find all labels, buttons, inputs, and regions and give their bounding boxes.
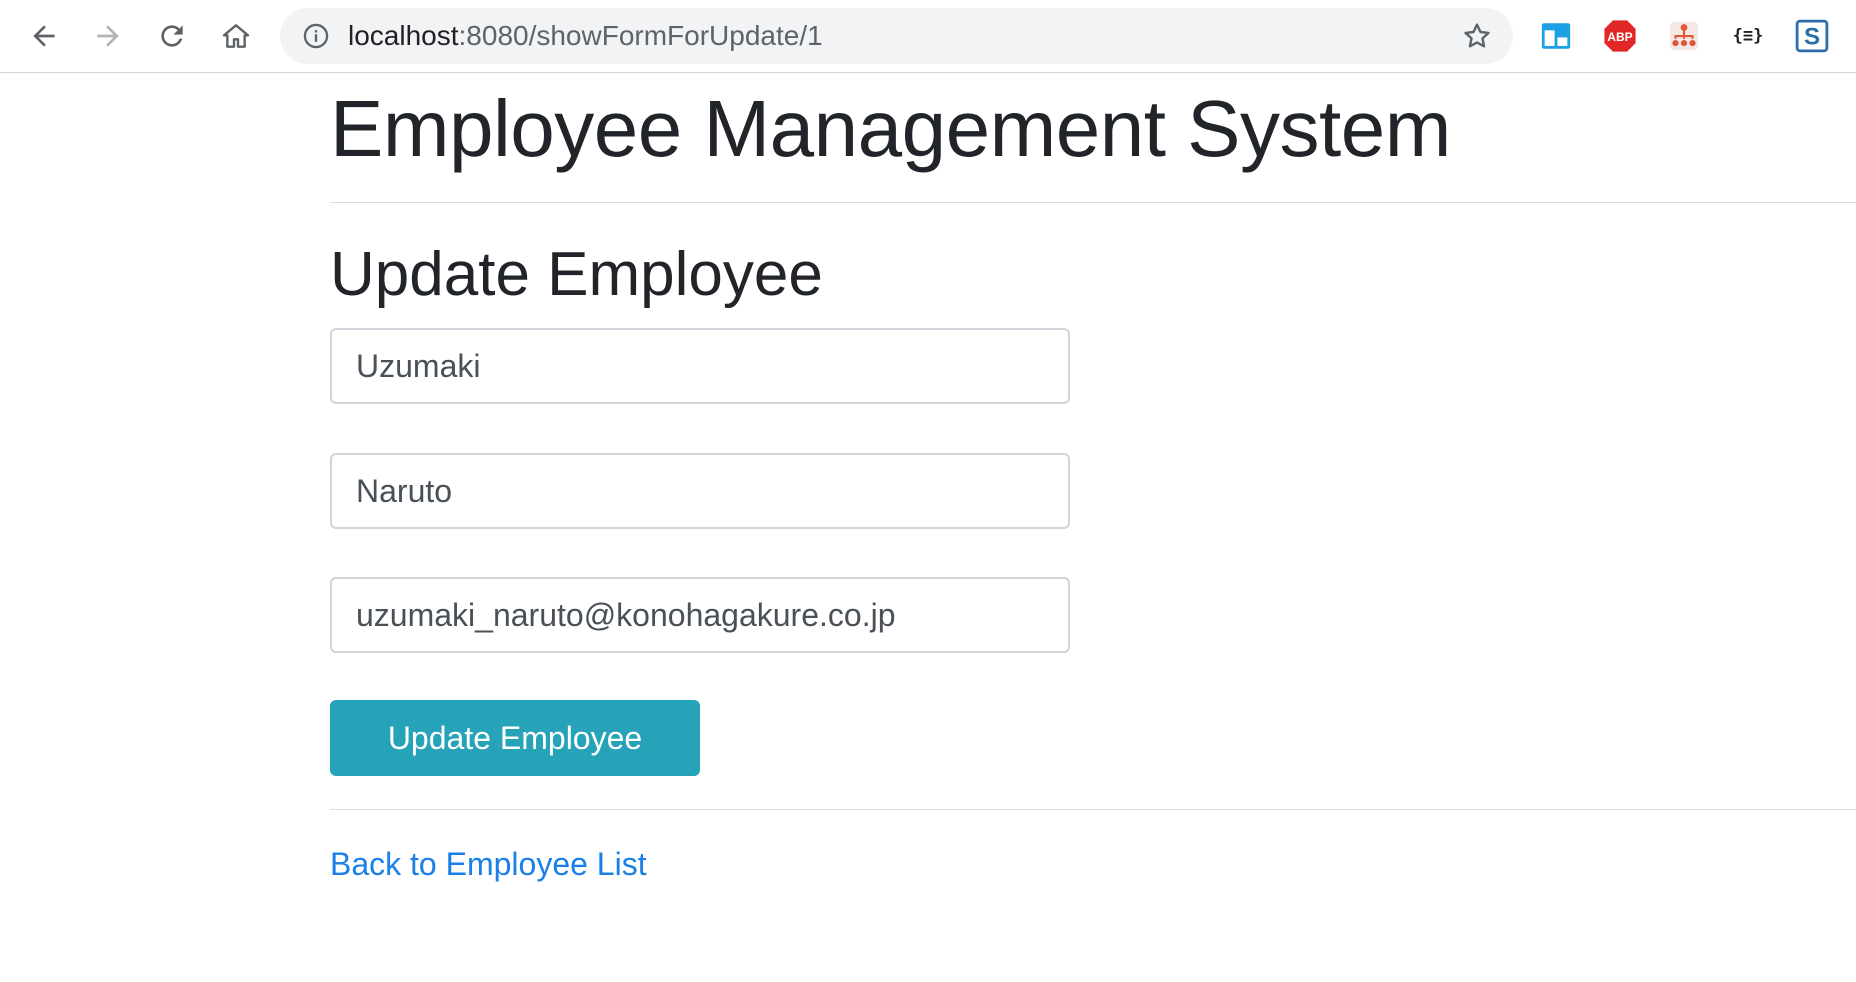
adblock-plus-icon: ABP [1604,20,1636,52]
json-viewer-button[interactable]: {≡} [1730,18,1766,54]
window-extension-button[interactable] [1538,18,1574,54]
reload-button[interactable] [154,18,190,54]
forward-button[interactable] [90,18,126,54]
url-path: :8080/showFormForUpdate/1 [458,20,823,51]
url-host: localhost [348,20,459,51]
reload-icon [161,25,183,47]
update-employee-button[interactable]: Update Employee [330,700,700,776]
last-name-input[interactable] [330,453,1070,529]
sitemap-extension-icon [1669,21,1699,51]
first-name-input[interactable] [330,328,1070,404]
home-icon [222,24,250,48]
address-bar[interactable]: localhost:8080/showFormForUpdate/1 [280,8,1513,64]
forward-arrow-icon [97,25,119,47]
browser-toolbar: localhost:8080/showFormForUpdate/1 ABP {… [0,0,1856,73]
s-extension-button[interactable]: S [1794,18,1830,54]
email-input[interactable] [330,577,1070,653]
back-to-employee-list-link[interactable]: Back to Employee List [330,844,647,884]
bookmark-star-icon[interactable] [1461,20,1493,52]
url-text[interactable]: localhost:8080/showFormForUpdate/1 [348,22,823,50]
s-extension-label: S [1804,24,1820,51]
site-info-icon[interactable] [302,22,330,50]
window-extension-icon [1541,23,1571,49]
back-button[interactable] [26,18,62,54]
form-heading: Update Employee [330,240,823,309]
adblock-plus-button[interactable]: ABP [1602,18,1638,54]
back-arrow-icon [33,25,55,47]
adblock-plus-label: ABP [1607,30,1632,44]
json-viewer-icon: {≡} [1732,26,1764,46]
s-extension-icon: S [1795,19,1829,53]
home-button[interactable] [218,18,254,54]
title-divider [330,202,1856,203]
form-divider [330,809,1856,810]
page-title: Employee Management System [330,84,1451,173]
sitemap-extension-button[interactable] [1666,18,1702,54]
